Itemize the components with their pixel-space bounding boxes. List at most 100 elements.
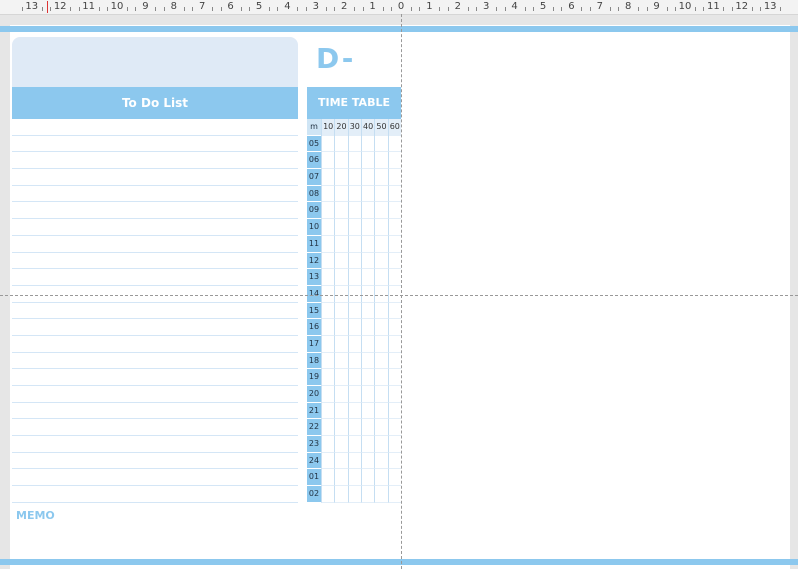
todo-line[interactable] <box>12 253 298 270</box>
timetable-cell[interactable] <box>321 235 335 253</box>
timetable-cell[interactable] <box>347 469 361 487</box>
timetable-cell[interactable] <box>360 219 375 236</box>
timetable-cell[interactable] <box>374 269 388 286</box>
timetable-cell[interactable] <box>387 402 401 420</box>
timetable-cell[interactable] <box>347 219 361 236</box>
timetable-cell[interactable] <box>321 486 335 503</box>
timetable-cell[interactable] <box>321 152 335 170</box>
timetable-cell[interactable] <box>347 352 361 370</box>
timetable-cell[interactable] <box>360 402 375 420</box>
timetable-cell[interactable] <box>321 252 335 270</box>
timetable-cell[interactable] <box>321 419 335 437</box>
timetable-cell[interactable] <box>360 319 375 336</box>
timetable-cell[interactable] <box>374 302 388 320</box>
timetable-cell[interactable] <box>360 252 375 270</box>
timetable-cell[interactable] <box>387 235 401 253</box>
timetable-cell[interactable] <box>374 486 388 503</box>
timetable-grid[interactable]: m 10 20 30 40 50 60 05 06 07 08 09 10 11 12 13 14 15 16 17 1… <box>307 119 401 503</box>
todo-line[interactable] <box>12 152 298 170</box>
todo-line[interactable] <box>12 419 298 437</box>
timetable-cell[interactable] <box>387 386 401 403</box>
timetable-cell[interactable] <box>360 135 375 153</box>
todo-line[interactable] <box>12 202 298 220</box>
timetable-cell[interactable] <box>387 302 401 320</box>
timetable-cell[interactable] <box>321 352 335 370</box>
timetable-cell[interactable] <box>347 486 361 503</box>
timetable-cell[interactable] <box>321 302 335 320</box>
timetable-cell[interactable] <box>387 369 401 386</box>
timetable-cell[interactable] <box>360 185 375 203</box>
timetable-cell[interactable] <box>334 486 348 503</box>
todo-line[interactable] <box>12 486 298 503</box>
timetable-cell[interactable] <box>347 419 361 437</box>
timetable-cell[interactable] <box>387 169 401 186</box>
timetable-cell[interactable] <box>334 152 348 170</box>
timetable-cell[interactable] <box>360 469 375 487</box>
timetable-cell[interactable] <box>334 402 348 420</box>
timetable-cell[interactable] <box>347 269 361 286</box>
todo-list-lines[interactable] <box>12 119 298 503</box>
timetable-cell[interactable] <box>374 252 388 270</box>
timetable-cell[interactable] <box>334 202 348 220</box>
timetable-cell[interactable] <box>334 185 348 203</box>
timetable-cell[interactable] <box>321 135 335 153</box>
timetable-cell[interactable] <box>334 135 348 153</box>
timetable-cell[interactable] <box>334 319 348 336</box>
horizontal-ruler[interactable]: 13 12 11 10 9 8 7 6 5 4 3 2 1 0 1 2 3 4 5 6 7 8 9 10 11 12 13 <box>0 0 798 15</box>
timetable-cell[interactable] <box>374 436 388 453</box>
timetable-cell[interactable] <box>334 302 348 320</box>
todo-line[interactable] <box>12 136 298 153</box>
timetable-cell[interactable] <box>374 402 388 420</box>
timetable-cell[interactable] <box>360 352 375 370</box>
timetable-cell[interactable] <box>321 202 335 220</box>
timetable-cell[interactable] <box>374 235 388 253</box>
todo-line[interactable] <box>12 219 298 236</box>
timetable-cell[interactable] <box>360 486 375 503</box>
todo-line[interactable] <box>12 186 298 203</box>
timetable-cell[interactable] <box>334 369 348 386</box>
timetable-cell[interactable] <box>387 319 401 336</box>
timetable-cell[interactable] <box>374 319 388 336</box>
todo-line[interactable] <box>12 303 298 320</box>
timetable-cell[interactable] <box>360 419 375 437</box>
timetable-cell[interactable] <box>321 185 335 203</box>
timetable-cell[interactable] <box>347 135 361 153</box>
timetable-cell[interactable] <box>321 369 335 386</box>
timetable-cell[interactable] <box>360 169 375 186</box>
timetable-cell[interactable] <box>334 352 348 370</box>
timetable-cell[interactable] <box>360 152 375 170</box>
timetable-cell[interactable] <box>374 202 388 220</box>
todo-line[interactable] <box>12 386 298 403</box>
timetable-cell[interactable] <box>347 169 361 186</box>
timetable-cell[interactable] <box>387 452 401 470</box>
timetable-cell[interactable] <box>360 302 375 320</box>
timetable-cell[interactable] <box>347 202 361 220</box>
timetable-cell[interactable] <box>374 452 388 470</box>
timetable-cell[interactable] <box>387 335 401 353</box>
timetable-cell[interactable] <box>334 219 348 236</box>
todo-line[interactable] <box>12 453 298 470</box>
timetable-cell[interactable] <box>347 436 361 453</box>
timetable-cell[interactable] <box>347 369 361 386</box>
timetable-cell[interactable] <box>360 235 375 253</box>
timetable-cell[interactable] <box>321 269 335 286</box>
timetable-cell[interactable] <box>387 135 401 153</box>
todo-line[interactable] <box>12 169 298 186</box>
timetable-cell[interactable] <box>387 486 401 503</box>
todo-line[interactable] <box>12 269 298 286</box>
todo-line[interactable] <box>12 336 298 353</box>
timetable-cell[interactable] <box>334 169 348 186</box>
timetable-cell[interactable] <box>374 335 388 353</box>
timetable-cell[interactable] <box>334 252 348 270</box>
timetable-cell[interactable] <box>360 452 375 470</box>
timetable-cell[interactable] <box>321 319 335 336</box>
timetable-cell[interactable] <box>321 386 335 403</box>
timetable-cell[interactable] <box>321 436 335 453</box>
timetable-cell[interactable] <box>360 335 375 353</box>
timetable-cell[interactable] <box>347 185 361 203</box>
timetable-cell[interactable] <box>334 436 348 453</box>
timetable-cell[interactable] <box>334 269 348 286</box>
timetable-cell[interactable] <box>387 185 401 203</box>
todo-line[interactable] <box>12 353 298 370</box>
timetable-cell[interactable] <box>347 402 361 420</box>
